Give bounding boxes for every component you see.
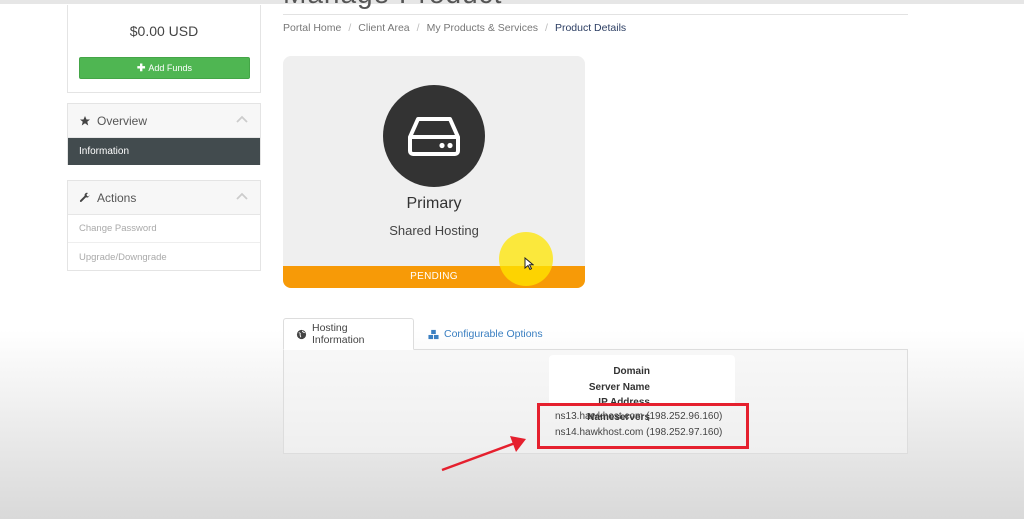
overview-panel-header[interactable]: Overview <box>68 104 260 138</box>
server-name-label: Server Name <box>588 382 650 393</box>
highlight-box <box>537 403 749 449</box>
chevron-up-icon[interactable] <box>236 192 248 200</box>
cubes-icon <box>428 329 439 340</box>
breadcrumb: Portal Home / Client Area / My Products … <box>283 22 626 34</box>
actions-panel: Actions Change Password Upgrade/Downgrad… <box>67 180 261 271</box>
breadcrumb-separator: / <box>545 22 548 34</box>
breadcrumb-separator: / <box>416 22 420 34</box>
product-icon-circle <box>383 85 485 187</box>
breadcrumb-separator: / <box>348 22 352 34</box>
top-border <box>0 0 1024 4</box>
tab-hosting-information[interactable]: Hosting Information <box>283 318 414 350</box>
overview-title: Overview <box>97 113 148 128</box>
sidebar-item-upgrade-downgrade[interactable]: Upgrade/Downgrade <box>68 243 260 271</box>
product-name: Primary <box>406 195 462 212</box>
mouse-pointer-icon <box>524 257 534 271</box>
page-title: Manage Product <box>283 0 502 10</box>
annotation-arrow-icon <box>441 436 526 472</box>
actions-title: Actions <box>97 190 137 205</box>
domain-label: Domain <box>613 366 650 377</box>
add-funds-button[interactable]: ✚ Add Funds <box>79 57 250 79</box>
breadcrumb-portal-home[interactable]: Portal Home <box>283 22 341 34</box>
title-divider <box>283 14 908 15</box>
wrench-icon <box>79 192 91 204</box>
tab-configurable-options[interactable]: Configurable Options <box>416 318 555 350</box>
sidebar-item-label: Information <box>79 146 130 157</box>
sidebar-item-change-password[interactable]: Change Password <box>68 215 260 243</box>
hard-drive-icon <box>408 117 460 156</box>
account-balance: $0.00 USD <box>129 23 199 39</box>
globe-icon <box>296 329 307 340</box>
chevron-up-icon[interactable] <box>236 115 248 123</box>
plus-icon: ✚ <box>137 62 146 74</box>
tab-label: Configurable Options <box>444 328 543 340</box>
tab-label: Hosting Information <box>312 322 365 346</box>
sidebar-item-information[interactable]: Information <box>68 138 260 165</box>
balance-panel: $0.00 USD ✚ Add Funds <box>67 5 261 93</box>
breadcrumb-product-details: Product Details <box>554 22 627 34</box>
breadcrumb-client-area[interactable]: Client Area <box>358 22 409 34</box>
overview-panel: Overview Information <box>67 103 261 165</box>
sidebar-item-label: Upgrade/Downgrade <box>79 251 167 263</box>
actions-panel-header[interactable]: Actions <box>68 181 260 215</box>
add-funds-label: Add Funds <box>148 63 192 73</box>
sidebar-item-label: Change Password <box>79 223 157 234</box>
breadcrumb-my-products[interactable]: My Products & Services <box>427 22 538 34</box>
star-icon <box>79 115 91 127</box>
